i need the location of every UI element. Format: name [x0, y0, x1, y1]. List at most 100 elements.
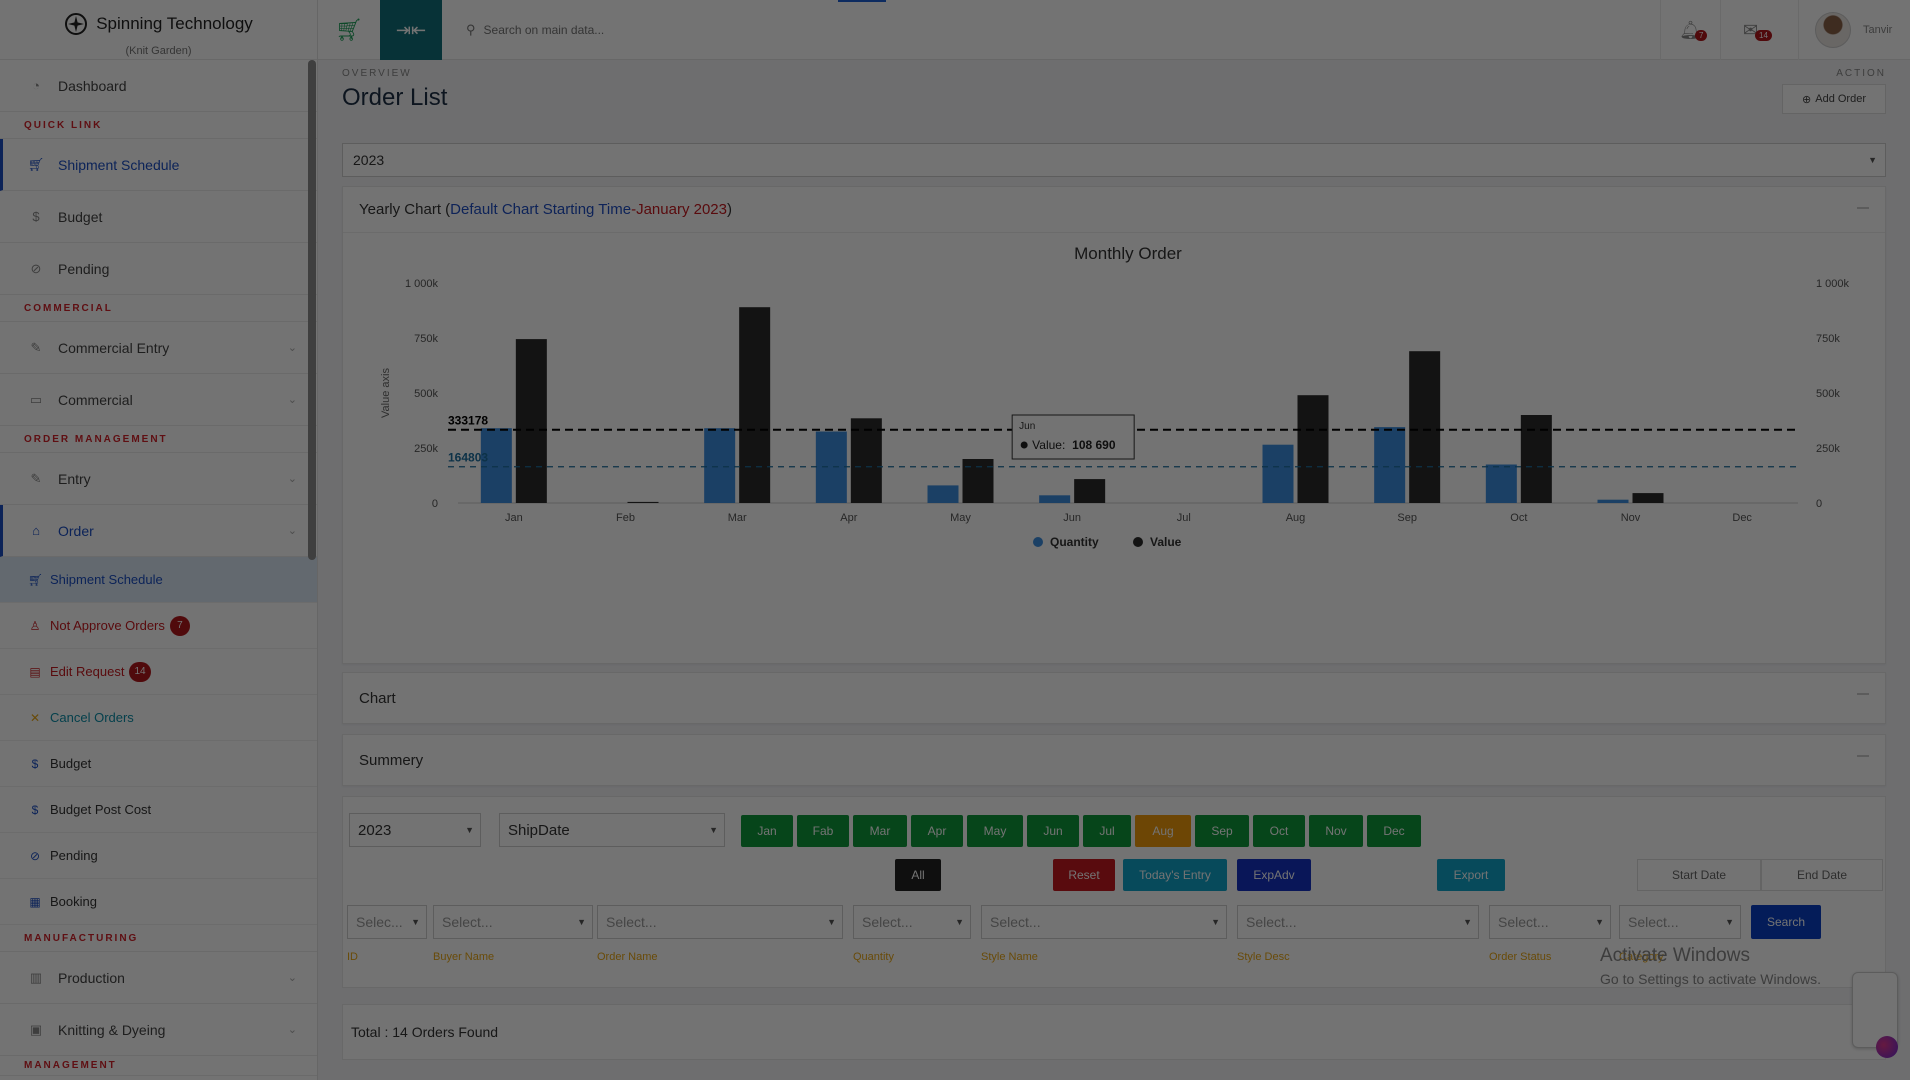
- buyer-name-select[interactable]: Select... ▼: [433, 905, 593, 939]
- sidebar-sub-label: Cancel Orders: [50, 710, 134, 725]
- expadv-button[interactable]: ExpAdv: [1237, 859, 1311, 891]
- brand-title[interactable]: Spinning Technology: [64, 12, 253, 36]
- add-order-button[interactable]: ⊕ Add Order: [1782, 84, 1886, 114]
- order-status-select[interactable]: Select... ▼: [1489, 905, 1611, 939]
- caret-down-icon: ▼: [709, 825, 718, 835]
- summary-panel-header[interactable]: Summery: [343, 735, 1885, 785]
- collapse-icon[interactable]: [1857, 755, 1869, 757]
- id-select-value: Selec...: [356, 914, 403, 930]
- caret-down-icon: ▼: [827, 917, 836, 927]
- month-button-mar[interactable]: Mar: [853, 815, 907, 847]
- section-order-management: ORDER MANAGEMENT: [0, 426, 317, 453]
- sidebar-item-dashboard[interactable]: ◔ Dashboard: [0, 60, 317, 112]
- sidebar-item-knitting-dyeing[interactable]: ▣ Knitting & Dyeing ⌄: [0, 1004, 317, 1056]
- sidebar-sub-cancel-orders[interactable]: ✕ Cancel Orders: [0, 695, 317, 741]
- cart-button[interactable]: 🛒︎: [318, 0, 380, 60]
- header-blue-text: Default Chart Starting Time: [450, 201, 632, 218]
- month-button-jun[interactable]: Jun: [1027, 815, 1079, 847]
- month-button-may[interactable]: May: [967, 815, 1023, 847]
- sidebar-item-shipment-schedule[interactable]: 🛒︎ Shipment Schedule: [0, 139, 317, 191]
- sidebar-item-label: Commercial: [58, 391, 133, 408]
- sidebar-item-commercial[interactable]: ▭ Commercial ⌄: [0, 374, 317, 426]
- yearly-chart-header[interactable]: Yearly Chart (Default Chart Starting Tim…: [343, 187, 1885, 233]
- collapse-icon[interactable]: [1857, 693, 1869, 695]
- bar-quantity-sep: [1374, 427, 1406, 503]
- sidebar-sub-pending[interactable]: ⊘ Pending: [0, 833, 317, 879]
- start-date-button[interactable]: Start Date: [1637, 859, 1761, 891]
- sidebar-item-order[interactable]: ⌂ Order ⌄: [0, 505, 317, 557]
- todays-entry-button[interactable]: Today's Entry: [1123, 859, 1227, 891]
- order-status-select-value: Select...: [1498, 914, 1549, 930]
- notification-button[interactable]: 🔔︎ 7: [1660, 0, 1720, 60]
- month-button-jan[interactable]: Jan: [741, 815, 793, 847]
- bar-value-mar: [739, 307, 771, 503]
- collapse-sidebar-button[interactable]: ⇥⇤: [380, 0, 442, 60]
- x-tick-label: Jul: [1177, 512, 1191, 524]
- style-desc-select[interactable]: Select... ▼: [1237, 905, 1479, 939]
- search-input[interactable]: [483, 23, 844, 37]
- plus-circle-icon: ⊕: [1802, 93, 1812, 106]
- order-name-select[interactable]: Select... ▼: [597, 905, 843, 939]
- chart-title: Monthly Order: [1074, 244, 1182, 263]
- month-button-apr[interactable]: Apr: [911, 815, 963, 847]
- sidebar-sub-budget-post-cost[interactable]: $ Budget Post Cost: [0, 787, 317, 833]
- tooltip-label: Value:: [1032, 438, 1065, 452]
- messages-badge: 14: [1755, 30, 1772, 41]
- summary-panel-title: Summery: [359, 751, 424, 769]
- month-button-jul[interactable]: Jul: [1083, 815, 1131, 847]
- end-date-button[interactable]: End Date: [1761, 859, 1883, 891]
- x-tick-label: Feb: [616, 512, 635, 524]
- month-button-dec[interactable]: Dec: [1367, 815, 1421, 847]
- legend-marker-quantity: [1033, 537, 1043, 547]
- month-button-oct[interactable]: Oct: [1253, 815, 1305, 847]
- total-orders: Total : 14 Orders Found: [342, 1004, 1886, 1060]
- reset-button[interactable]: Reset: [1053, 859, 1115, 891]
- id-select[interactable]: Selec... ▼: [347, 905, 427, 939]
- all-button[interactable]: All: [895, 859, 941, 891]
- label-style-desc: Style Desc: [1237, 951, 1290, 963]
- chart-panel-header[interactable]: Chart: [343, 673, 1885, 723]
- search-button[interactable]: Search: [1751, 905, 1821, 939]
- card-icon: ▣: [29, 1021, 43, 1037]
- month-button-nov[interactable]: Nov: [1309, 815, 1363, 847]
- x-tick-label: Apr: [840, 512, 857, 524]
- category-select[interactable]: Select... ▼: [1619, 905, 1741, 939]
- sidebar-item-pending[interactable]: ⊘ Pending: [0, 243, 317, 295]
- sidebar-sub-edit-request[interactable]: ▤ Edit Request 14: [0, 649, 317, 695]
- year-select[interactable]: 2023 ▼: [342, 143, 1886, 177]
- collapse-icon[interactable]: [1857, 207, 1869, 209]
- bar-value-aug: [1297, 395, 1329, 503]
- grid-icon: ▥: [29, 969, 43, 985]
- sidebar-sub-booking[interactable]: ▦ Booking: [0, 879, 317, 925]
- sidebar-item-production[interactable]: ▥ Production ⌄: [0, 952, 317, 1004]
- order-name-select-value: Select...: [606, 914, 657, 930]
- month-button-feb[interactable]: Fab: [797, 815, 849, 847]
- brain-icon[interactable]: [1876, 1036, 1898, 1058]
- sidebar-sub-budget[interactable]: $ Budget: [0, 741, 317, 787]
- sidebar-sub-shipment-schedule[interactable]: 🛒︎ Shipment Schedule: [0, 557, 317, 603]
- messages-button[interactable]: ✉ 14: [1720, 0, 1780, 60]
- user-menu[interactable]: Tanvir: [1798, 0, 1910, 60]
- chart-area: Monthly Order Value axis 0 0 250k 250k 500k 500…: [343, 233, 1885, 663]
- y-tick-label-right: 750k: [1816, 333, 1840, 345]
- filter-year-select[interactable]: 2023 ▼: [349, 813, 481, 847]
- search-icon: ⚲: [466, 22, 476, 37]
- bar-quantity-jan: [480, 428, 512, 503]
- date-type-select[interactable]: ShipDate ▼: [499, 813, 725, 847]
- avatar: [1815, 12, 1851, 48]
- label-quantity: Quantity: [853, 951, 894, 963]
- watermark-line2: Go to Settings to activate Windows.: [1600, 971, 1821, 987]
- sidebar-item-entry[interactable]: ✎ Entry ⌄: [0, 453, 317, 505]
- export-button[interactable]: Export: [1437, 859, 1505, 891]
- sidebar-item-budget[interactable]: $ Budget: [0, 191, 317, 243]
- sidebar-sub-not-approve-orders[interactable]: ♙ Not Approve Orders 7: [0, 603, 317, 649]
- month-button-sep[interactable]: Sep: [1195, 815, 1249, 847]
- style-name-select[interactable]: Select... ▼: [981, 905, 1227, 939]
- sidebar-scrollbar[interactable]: [308, 60, 316, 560]
- sidebar-item-label: Entry: [58, 470, 91, 487]
- quantity-select[interactable]: Select... ▼: [853, 905, 971, 939]
- sidebar-sub-label: Not Approve Orders: [50, 618, 165, 633]
- category-select-value: Select...: [1628, 914, 1679, 930]
- month-button-aug[interactable]: Aug: [1135, 815, 1191, 847]
- sidebar-item-commercial-entry[interactable]: ✎ Commercial Entry ⌄: [0, 322, 317, 374]
